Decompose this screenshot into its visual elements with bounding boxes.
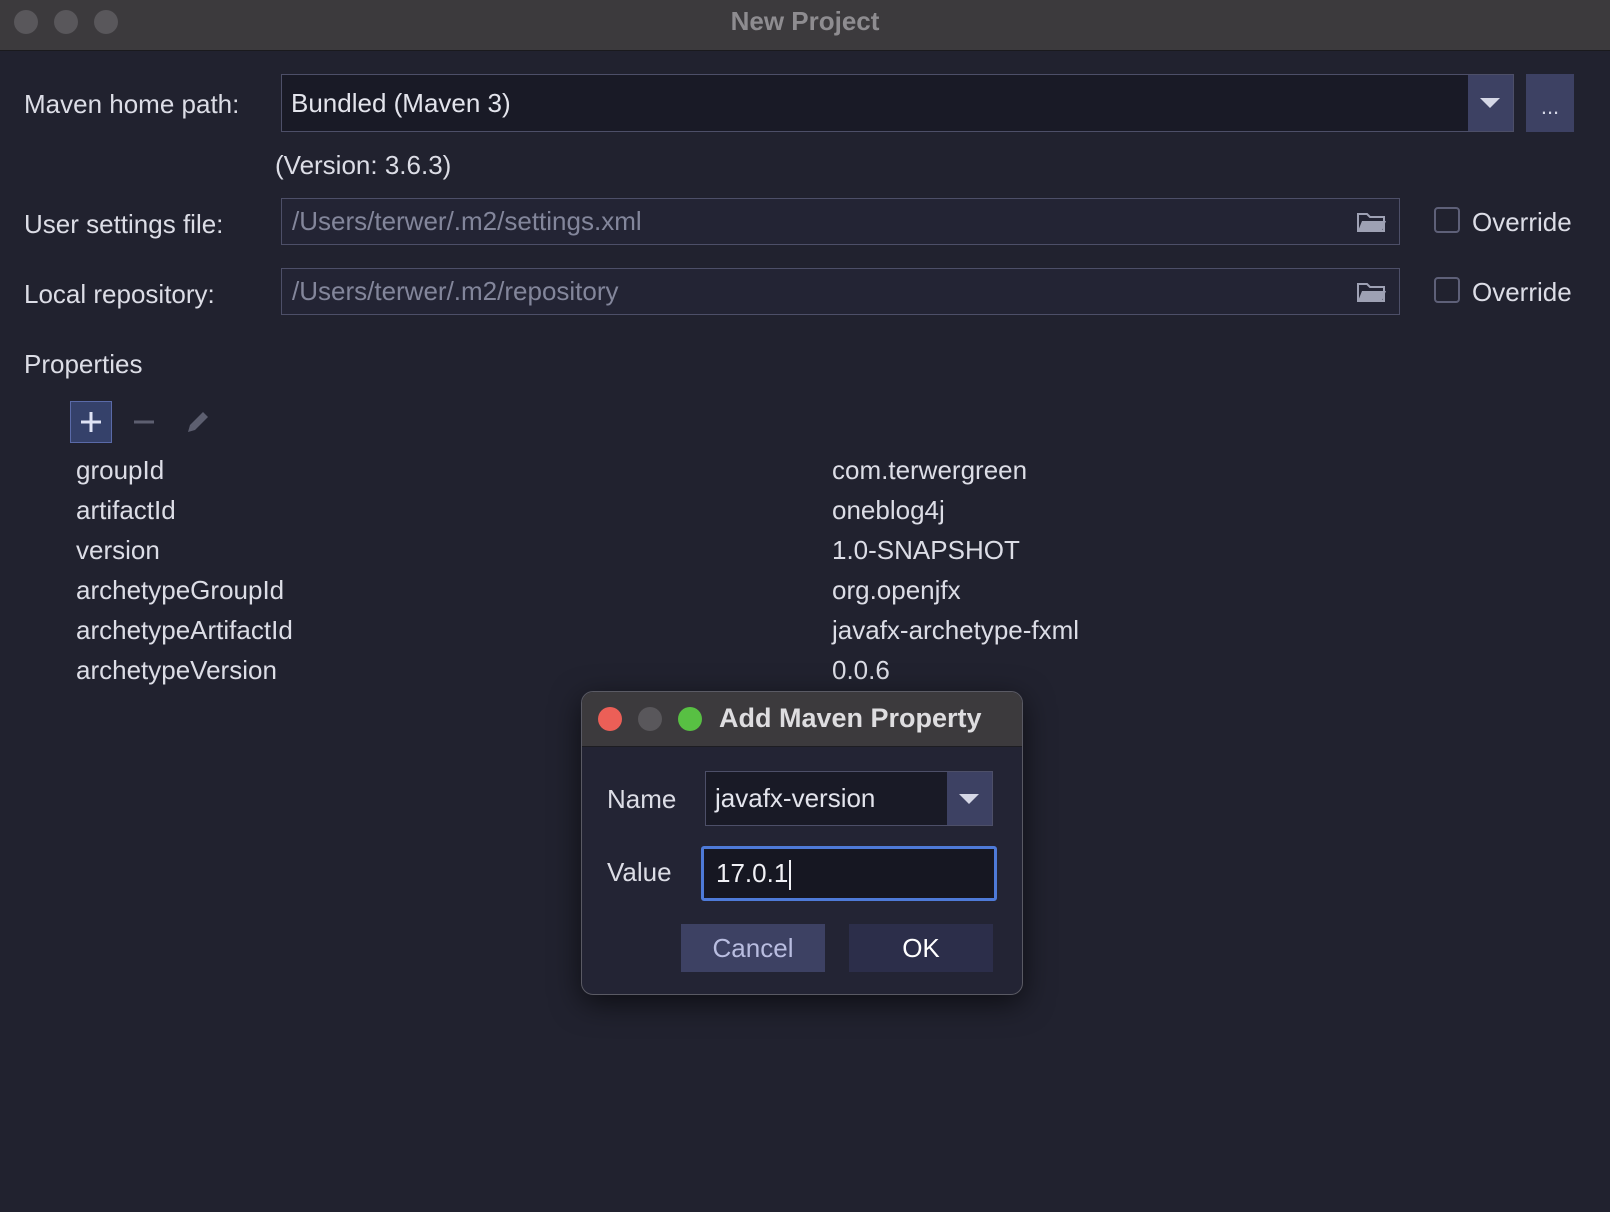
window-title: New Project (730, 6, 880, 36)
property-value[interactable]: org.openjfx (832, 575, 961, 606)
local-repository-value: /Users/terwer/.m2/repository (292, 276, 619, 306)
property-value[interactable]: 0.0.6 (832, 655, 890, 686)
property-name[interactable]: archetypeGroupId (76, 575, 284, 606)
window-titlebar: New Project (0, 0, 1610, 51)
property-name[interactable]: archetypeVersion (76, 655, 277, 686)
chevron-down-icon (959, 794, 979, 804)
user-settings-override-checkbox[interactable] (1434, 207, 1460, 233)
dialog-minimize-button[interactable] (638, 707, 662, 731)
ok-button[interactable]: OK (849, 924, 993, 972)
local-repository-field[interactable]: /Users/terwer/.m2/repository (281, 268, 1400, 315)
text-caret (789, 860, 792, 891)
property-value-label: Value (607, 857, 672, 887)
property-value[interactable]: com.terwergreen (832, 455, 1027, 486)
dialog-title: Add Maven Property (719, 703, 982, 733)
local-repository-override-checkbox[interactable] (1434, 277, 1460, 303)
user-settings-label: User settings file: (24, 209, 224, 239)
edit-property-button[interactable] (176, 401, 218, 443)
edit-icon (188, 412, 208, 432)
property-name-label: Name (607, 784, 677, 814)
maven-home-value: Bundled (Maven 3) (291, 88, 511, 118)
dialog-titlebar: Add Maven Property (582, 692, 1022, 747)
chevron-down-icon (1480, 98, 1500, 108)
property-name[interactable]: artifactId (76, 495, 176, 526)
user-settings-override-label: Override (1472, 207, 1572, 237)
add-icon (81, 412, 101, 432)
folder-icon[interactable] (1357, 211, 1387, 233)
maven-version-text: (Version: 3.6.3) (275, 150, 452, 180)
remove-property-button[interactable] (123, 401, 165, 443)
property-value[interactable]: 1.0-SNAPSHOT (832, 535, 1020, 566)
cancel-button[interactable]: Cancel (681, 924, 825, 972)
maven-home-label: Maven home path: (24, 89, 240, 119)
add-maven-property-dialog: Add Maven Property Name javafx-version V… (581, 691, 1023, 995)
property-value[interactable]: oneblog4j (832, 495, 945, 526)
maven-home-select[interactable]: Bundled (Maven 3) (281, 74, 1514, 132)
property-name[interactable]: version (76, 535, 160, 566)
property-name-dropdown-button[interactable] (947, 772, 992, 825)
maven-home-browse-button[interactable]: ... (1526, 74, 1574, 132)
property-name-select[interactable]: javafx-version (705, 771, 993, 826)
maven-home-dropdown-button[interactable] (1468, 75, 1513, 131)
add-property-button[interactable] (70, 401, 112, 443)
local-repository-label: Local repository: (24, 279, 215, 309)
user-settings-value: /Users/terwer/.m2/settings.xml (292, 206, 642, 236)
dialog-close-button[interactable] (598, 707, 622, 731)
property-name[interactable]: archetypeArtifactId (76, 615, 293, 646)
local-repository-override-label: Override (1472, 277, 1572, 307)
property-value[interactable]: javafx-archetype-fxml (832, 615, 1079, 646)
property-value-input[interactable]: 17.0.1 (701, 846, 997, 901)
user-settings-field[interactable]: /Users/terwer/.m2/settings.xml (281, 198, 1400, 245)
property-name[interactable]: groupId (76, 455, 164, 486)
properties-heading: Properties (24, 349, 143, 379)
property-value-text: 17.0.1 (716, 858, 789, 888)
dialog-zoom-button[interactable] (678, 707, 702, 731)
folder-icon[interactable] (1357, 281, 1387, 303)
remove-icon (134, 420, 154, 424)
property-name-value: javafx-version (715, 783, 876, 813)
